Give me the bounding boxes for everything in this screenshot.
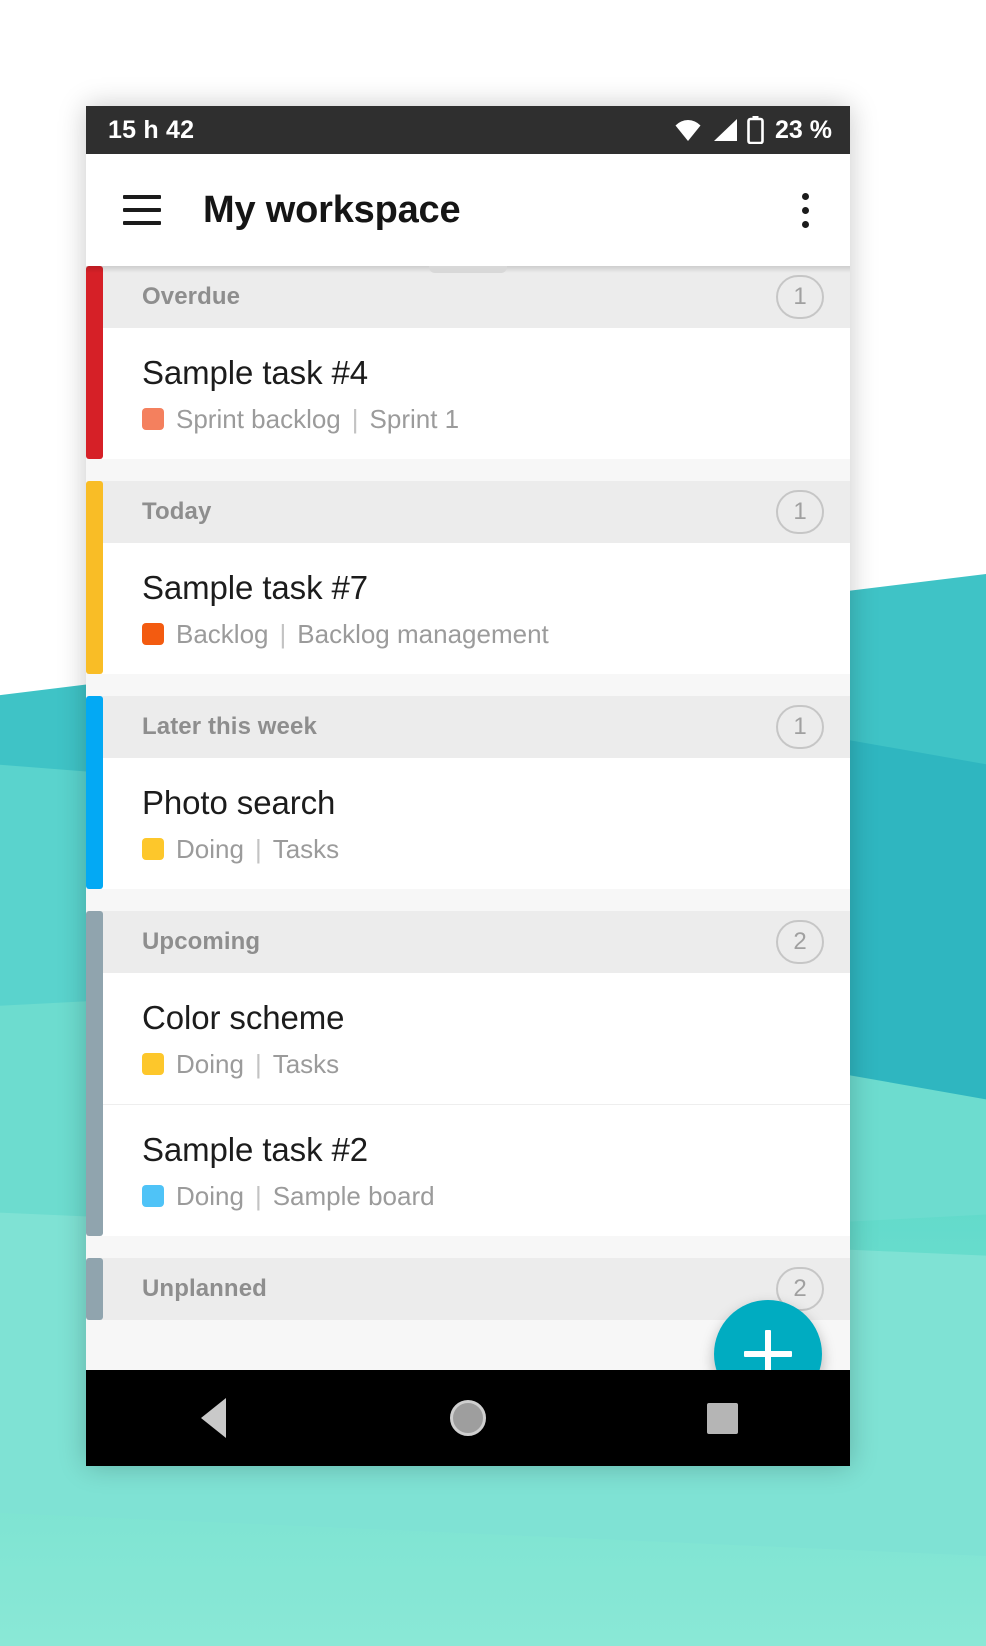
task-group: Later this week 1 Photo search Doing | Tasks	[86, 695, 850, 889]
task-group-header[interactable]: Upcoming 2	[97, 910, 850, 973]
task-group: Overdue 1 Sample task #4 Sprint backlog | Spr…	[86, 266, 850, 459]
task-group-container: Overdue 1 Sample task #4 Sprint backlog | Spr…	[86, 266, 850, 1320]
task-title: Sample task #4	[142, 354, 369, 391]
task-group-accent-bar	[86, 695, 103, 889]
task-status-color-chip	[142, 408, 164, 431]
task-meta-separator: |	[351, 403, 359, 434]
task-row[interactable]: Sample task #4 Sprint backlog | Sprint 1	[97, 328, 850, 459]
hamburger-menu-icon[interactable]	[114, 182, 170, 238]
task-group: Today 1 Sample task #7 Backlog | Backlog mana…	[86, 480, 850, 674]
cellular-signal-icon	[714, 119, 738, 141]
task-status-label: Sprint backlog	[176, 403, 341, 434]
task-status-color-chip	[142, 1185, 164, 1208]
task-group-count-badge: 1	[776, 704, 824, 749]
task-row[interactable]: Photo search Doing | Tasks	[97, 757, 850, 889]
wifi-icon	[675, 120, 701, 141]
task-meta: Doing | Tasks	[142, 1049, 824, 1080]
task-status-label: Doing	[176, 1180, 244, 1211]
task-title: Sample task #2	[142, 1130, 369, 1168]
task-status-label: Backlog	[176, 618, 269, 649]
app-bar: My workspace	[86, 154, 850, 266]
task-group-title: Upcoming	[142, 927, 261, 955]
task-meta: Sprint backlog | Sprint 1	[142, 404, 824, 435]
task-group-header[interactable]: Later this week 1	[97, 695, 850, 758]
task-group-count-badge: 1	[776, 275, 824, 319]
task-group-accent-bar	[86, 266, 103, 459]
scroll-indicator	[429, 266, 507, 273]
page-title: My workspace	[203, 188, 461, 231]
task-status-color-chip	[142, 623, 164, 646]
task-group-count-badge: 2	[776, 919, 824, 964]
task-title: Photo search	[142, 783, 336, 821]
task-meta-separator: |	[279, 618, 287, 649]
task-row[interactable]: Color scheme Doing | Tasks	[97, 972, 850, 1105]
home-circle-icon	[449, 1400, 486, 1436]
task-meta: Doing | Sample board	[142, 1181, 824, 1212]
task-board-label: Tasks	[272, 1048, 340, 1079]
task-group: Upcoming 2 Color scheme Doing | Tasks Sample t…	[86, 910, 850, 1236]
task-row[interactable]: Sample task #2 Doing | Sample board	[97, 1104, 850, 1236]
android-navigation-bar	[86, 1370, 850, 1466]
task-group-accent-bar	[86, 1257, 103, 1320]
task-status-color-chip	[142, 838, 164, 861]
battery-percentage: 23 %	[775, 115, 832, 144]
task-meta-separator: |	[254, 1180, 262, 1211]
overflow-menu-icon[interactable]	[780, 182, 830, 238]
task-group-header[interactable]: Overdue 1	[97, 266, 850, 328]
status-bar-clock: 15 h 42	[108, 115, 195, 144]
task-title: Sample task #7	[142, 568, 369, 606]
task-board-label: Sprint 1	[369, 403, 460, 434]
task-status-label: Doing	[176, 1048, 244, 1079]
back-triangle-icon	[200, 1398, 226, 1438]
nav-recents-button[interactable]	[663, 1370, 783, 1466]
task-group-title: Overdue	[142, 283, 241, 310]
status-bar-icons: 23 %	[673, 116, 832, 145]
nav-back-button[interactable]	[153, 1370, 273, 1466]
task-list[interactable]: Overdue 1 Sample task #4 Sprint backlog | Spr…	[86, 266, 850, 1370]
task-group-title: Today	[142, 497, 212, 525]
task-group-count-badge: 1	[776, 489, 824, 534]
nav-home-button[interactable]	[408, 1370, 528, 1466]
task-group-accent-bar	[86, 480, 103, 674]
task-status-label: Doing	[176, 833, 244, 864]
task-board-label: Backlog management	[297, 618, 549, 649]
wallpaper-background: 15 h 42 23 % My workspace Overdue 1 Samp…	[0, 0, 986, 1646]
task-meta: Backlog | Backlog management	[142, 619, 824, 650]
phone-screen: 15 h 42 23 % My workspace Overdue 1 Samp…	[86, 106, 850, 1466]
task-status-color-chip	[142, 1053, 164, 1076]
task-board-label: Sample board	[272, 1180, 435, 1211]
task-row[interactable]: Sample task #7 Backlog | Backlog management	[97, 542, 850, 674]
task-group-accent-bar	[86, 910, 103, 1236]
task-title: Color scheme	[142, 998, 345, 1036]
task-board-label: Tasks	[272, 833, 340, 864]
task-meta: Doing | Tasks	[142, 834, 824, 865]
task-group-title: Unplanned	[142, 1274, 267, 1302]
status-bar: 15 h 42 23 %	[86, 106, 850, 154]
plus-icon-horizontal	[744, 1351, 792, 1357]
recents-square-icon	[707, 1402, 739, 1434]
task-meta-separator: |	[254, 1048, 262, 1079]
task-group-title: Later this week	[142, 712, 317, 740]
battery-icon	[747, 116, 764, 144]
task-meta-separator: |	[254, 833, 262, 864]
task-group-header[interactable]: Today 1	[97, 480, 850, 543]
